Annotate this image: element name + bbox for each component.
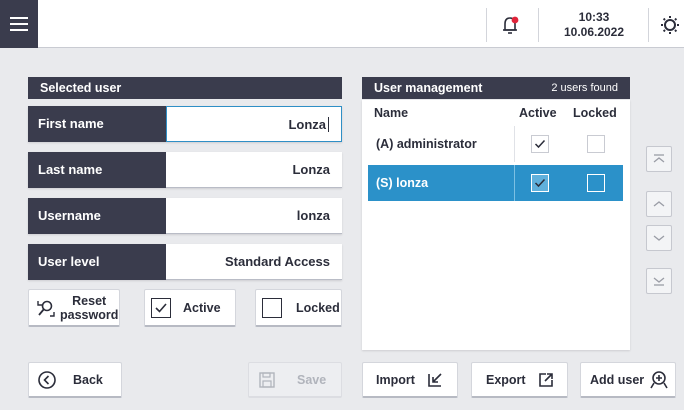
header-divider [486,8,487,42]
row-active-checkbox[interactable] [530,135,549,153]
app-header: 10:33 10.06.2022 [0,0,684,48]
user-management-title: User management [374,81,483,95]
user-level-field[interactable]: User level Standard Access [28,244,342,280]
checkbox-unchecked-icon [262,297,282,318]
hamburger-menu-button[interactable] [0,0,38,48]
active-checkbox[interactable]: Active [144,289,236,327]
export-button-label: Export [486,372,526,387]
column-name-header: Name [374,106,409,120]
first-name-label: First name [28,106,166,142]
locked-checkbox[interactable]: Locked [255,289,342,327]
username-field[interactable]: Username lonza [28,198,342,234]
reset-password-label-2: password [60,307,119,322]
checkbox-checked-icon [151,297,171,318]
first-name-value: Lonza [288,117,326,132]
import-icon [428,372,442,387]
locked-checkbox-label: Locked [296,300,340,315]
reset-password-button[interactable]: Reset password [28,289,120,327]
scroll-to-bottom-button[interactable] [646,268,672,294]
save-disk-icon [259,371,275,388]
menu-icon-line [10,23,28,25]
user-list-table: Name Active Locked (A) administrator (S)… [362,100,630,350]
row-locked-checkbox[interactable] [587,174,605,192]
text-caret [328,117,329,132]
chevron-up-icon [653,201,665,207]
locked-cell [571,126,621,162]
reset-password-icon [37,300,55,317]
scroll-up-button[interactable] [646,191,672,217]
last-name-label: Last name [28,152,166,188]
user-row-administrator[interactable]: (A) administrator [368,126,623,162]
column-active-header: Active [519,106,557,120]
add-user-icon [650,370,668,388]
username-label: Username [28,198,166,234]
active-cell [514,165,564,201]
back-button[interactable]: Back [28,362,122,398]
scroll-bottom-icon [653,277,665,286]
import-button[interactable]: Import [362,362,458,398]
menu-icon-line [10,17,28,19]
table-header: Name Active Locked [362,100,630,126]
check-icon [534,178,545,188]
import-button-label: Import [376,372,415,387]
active-checkbox-label: Active [183,300,221,315]
export-button[interactable]: Export [471,362,568,398]
user-row-name: (S) lonza [376,176,429,190]
username-input[interactable]: lonza [166,198,342,234]
menu-icon-line [10,29,28,31]
clock-time: 10:33 [578,10,610,24]
scroll-to-top-button[interactable] [646,146,672,172]
users-found-count: 2 users found [551,82,618,94]
header-divider [538,8,539,42]
selected-user-title: Selected user [28,77,342,99]
clock-display: 10:33 10.06.2022 [546,10,642,40]
add-user-button[interactable]: Add user [580,362,676,398]
user-management-header: User management 2 users found [362,77,630,99]
row-locked-checkbox[interactable] [587,135,605,153]
chevron-down-icon [653,235,665,241]
first-name-input[interactable]: Lonza [166,106,342,142]
column-locked-header: Locked [573,106,617,120]
export-icon [538,372,553,387]
clock-date: 10.06.2022 [563,25,625,39]
save-button-label: Save [297,372,327,387]
user-level-label: User level [28,244,166,280]
alarm-bell-icon[interactable] [495,10,525,40]
last-name-field[interactable]: Last name Lonza [28,152,342,188]
header-divider [648,8,649,42]
user-row-lonza[interactable]: (S) lonza [368,165,623,201]
check-icon [534,139,545,149]
active-cell [514,126,564,162]
last-name-input[interactable]: Lonza [166,152,342,188]
scroll-down-button[interactable] [646,225,672,251]
back-arrow-icon [38,370,56,389]
user-level-select[interactable]: Standard Access [166,244,342,280]
add-user-button-label: Add user [590,372,645,387]
locked-cell [571,165,621,201]
first-name-field[interactable]: First name Lonza [28,106,342,142]
back-button-label: Back [73,372,103,387]
settings-gear-icon[interactable] [656,10,684,40]
save-button[interactable]: Save [248,362,342,398]
row-active-checkbox[interactable] [530,174,549,192]
reset-password-label-1: Reset [72,293,107,308]
scroll-top-icon [653,154,665,163]
user-row-name: (A) administrator [376,137,477,151]
